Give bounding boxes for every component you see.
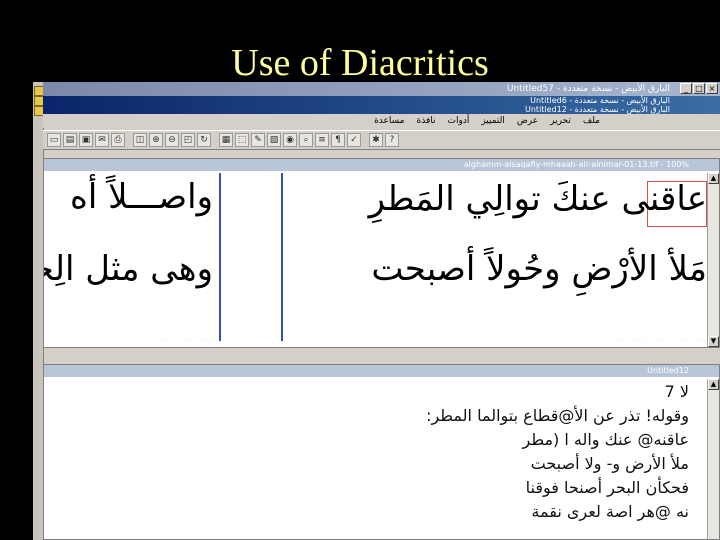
toolbar-separator — [213, 133, 217, 147]
help-icon[interactable]: ? — [385, 133, 399, 147]
scanned-line: ـ ـ ـ — [161, 313, 214, 341]
slide-title: Use of Diacritics — [231, 42, 489, 84]
document-title: alghamm-alsaqafiy-mhaaah-alr-alnimar-01-… — [44, 159, 719, 171]
menu-help[interactable]: مساعدة — [374, 114, 404, 128]
text-line[interactable]: ملأ الأرض و- ولا أصبحت — [531, 453, 689, 475]
image-document-window: alghamm-alsaqafiy-mhaaah-alr-alnimar-01-… — [43, 158, 720, 348]
zoom-out-icon[interactable]: ⊖ — [165, 133, 179, 147]
vertical-scrollbar[interactable]: ▲ — [707, 379, 719, 539]
scroll-up-icon[interactable]: ▲ — [708, 173, 719, 184]
mid-window-titlebar[interactable]: البارق الأبيض - نسخة متعددة - Untitled6 — [43, 96, 720, 105]
mid-window-title: البارق الأبيض - نسخة متعددة - Untitled6 — [530, 96, 670, 105]
toolbar: ▭ ▤ ▣ ✉ ⎙ ◫ ⊕ ⊖ ◰ ↻ ▦ ⬚ ✎ ▧ ◉ ⌕ ≡ ¶ ✓ ✱ … — [43, 130, 720, 150]
rotate-icon[interactable]: ↻ — [197, 133, 211, 147]
image-icon[interactable]: ▦ — [219, 133, 233, 147]
screenshot-region: البارق الأبيض - نسخة متعددة - Untitled57… — [33, 82, 720, 540]
image-column-right: عاقنى عنكَ توالِي المَطرِ مَلأ الأرْضِ و… — [281, 173, 713, 341]
search-icon[interactable]: ⌕ — [299, 133, 313, 147]
check-icon[interactable]: ✓ — [347, 133, 361, 147]
scanned-line: ـ ـ ـ ـ ـ — [613, 313, 707, 341]
back-window-title: البارق الأبيض - نسخة متعددة - Untitled57 — [506, 84, 670, 94]
menu-window[interactable]: نافذة — [417, 114, 436, 128]
front-window-titlebar[interactable]: البارق الأبيض - نسخة متعددة - Untitled12 — [43, 105, 720, 114]
mail-icon[interactable]: ✉ — [95, 133, 109, 147]
paint-icon[interactable]: ▧ — [267, 133, 281, 147]
recognize-icon[interactable]: ◉ — [283, 133, 297, 147]
select-icon[interactable]: ⬚ — [235, 133, 249, 147]
menu-view[interactable]: عرض — [517, 114, 538, 128]
align-icon[interactable]: ≡ — [315, 133, 329, 147]
minimize-icon[interactable]: _ — [680, 83, 692, 94]
scroll-down-icon[interactable]: ▼ — [708, 336, 719, 347]
zoom-in-icon[interactable]: ⊕ — [149, 133, 163, 147]
scanned-line: واصـــلاً أه — [70, 177, 213, 217]
fit-icon[interactable]: ◰ — [181, 133, 195, 147]
image-column-left: واصـــلاً أه وهى مثل الِحبْ ـ ـ ـ — [44, 173, 221, 341]
toolbar-separator — [363, 133, 367, 147]
text-window-title: Untitled12 — [44, 365, 719, 377]
menu-bar: ملف تحرير عرض التمييز أدوات نافذة مساعدة — [43, 114, 720, 128]
scanned-line: مَلأ الأرْضِ وحُولاً أصبحت — [371, 249, 707, 289]
close-icon[interactable]: × — [706, 83, 718, 94]
open-icon[interactable]: ▤ — [63, 133, 77, 147]
scanned-line: وهى مثل الِحبْ — [44, 249, 213, 289]
back-window-titlebar[interactable]: البارق الأبيض - نسخة متعددة - Untitled57… — [43, 82, 720, 96]
menu-recognition[interactable]: التمييز — [481, 114, 505, 128]
menu-edit[interactable]: تحرير — [550, 114, 571, 128]
text-line[interactable]: عاقنه@ عنك واله ا (مطر — [522, 429, 689, 451]
text-line[interactable]: وقوله! تذر عن الأ@قطاع بتوالما المطر: — [426, 405, 689, 427]
front-window-title: البارق الأبيض - نسخة متعددة - Untitled12 — [525, 105, 670, 114]
text-dir-icon[interactable]: ¶ — [331, 133, 345, 147]
maximize-icon[interactable]: □ — [693, 83, 705, 94]
menu-tools[interactable]: أدوات — [448, 114, 470, 128]
edit-icon[interactable]: ✎ — [251, 133, 265, 147]
menu-file[interactable]: ملف — [583, 114, 600, 128]
scroll-up-icon[interactable]: ▲ — [708, 379, 719, 390]
scan-icon[interactable]: ◫ — [133, 133, 147, 147]
save-icon[interactable]: ▣ — [79, 133, 93, 147]
vertical-scrollbar[interactable]: ▲ ▼ — [707, 173, 719, 347]
text-line[interactable]: نه @هر اصة لعرى نقمة — [531, 501, 689, 523]
print-icon[interactable]: ⎙ — [111, 133, 125, 147]
tools-icon[interactable]: ✱ — [369, 133, 383, 147]
recognized-text-window: Untitled12 لا 7 وقوله! تذر عن الأ@قطاع ب… — [43, 364, 720, 540]
text-line[interactable]: فحكأن البحر أصنحا فوقنا — [526, 477, 689, 499]
toolbar-separator — [127, 133, 131, 147]
scanned-line: عاقنى عنكَ توالِي المَطرِ — [368, 179, 707, 219]
new-icon[interactable]: ▭ — [47, 133, 61, 147]
text-line[interactable]: لا 7 — [665, 381, 689, 403]
